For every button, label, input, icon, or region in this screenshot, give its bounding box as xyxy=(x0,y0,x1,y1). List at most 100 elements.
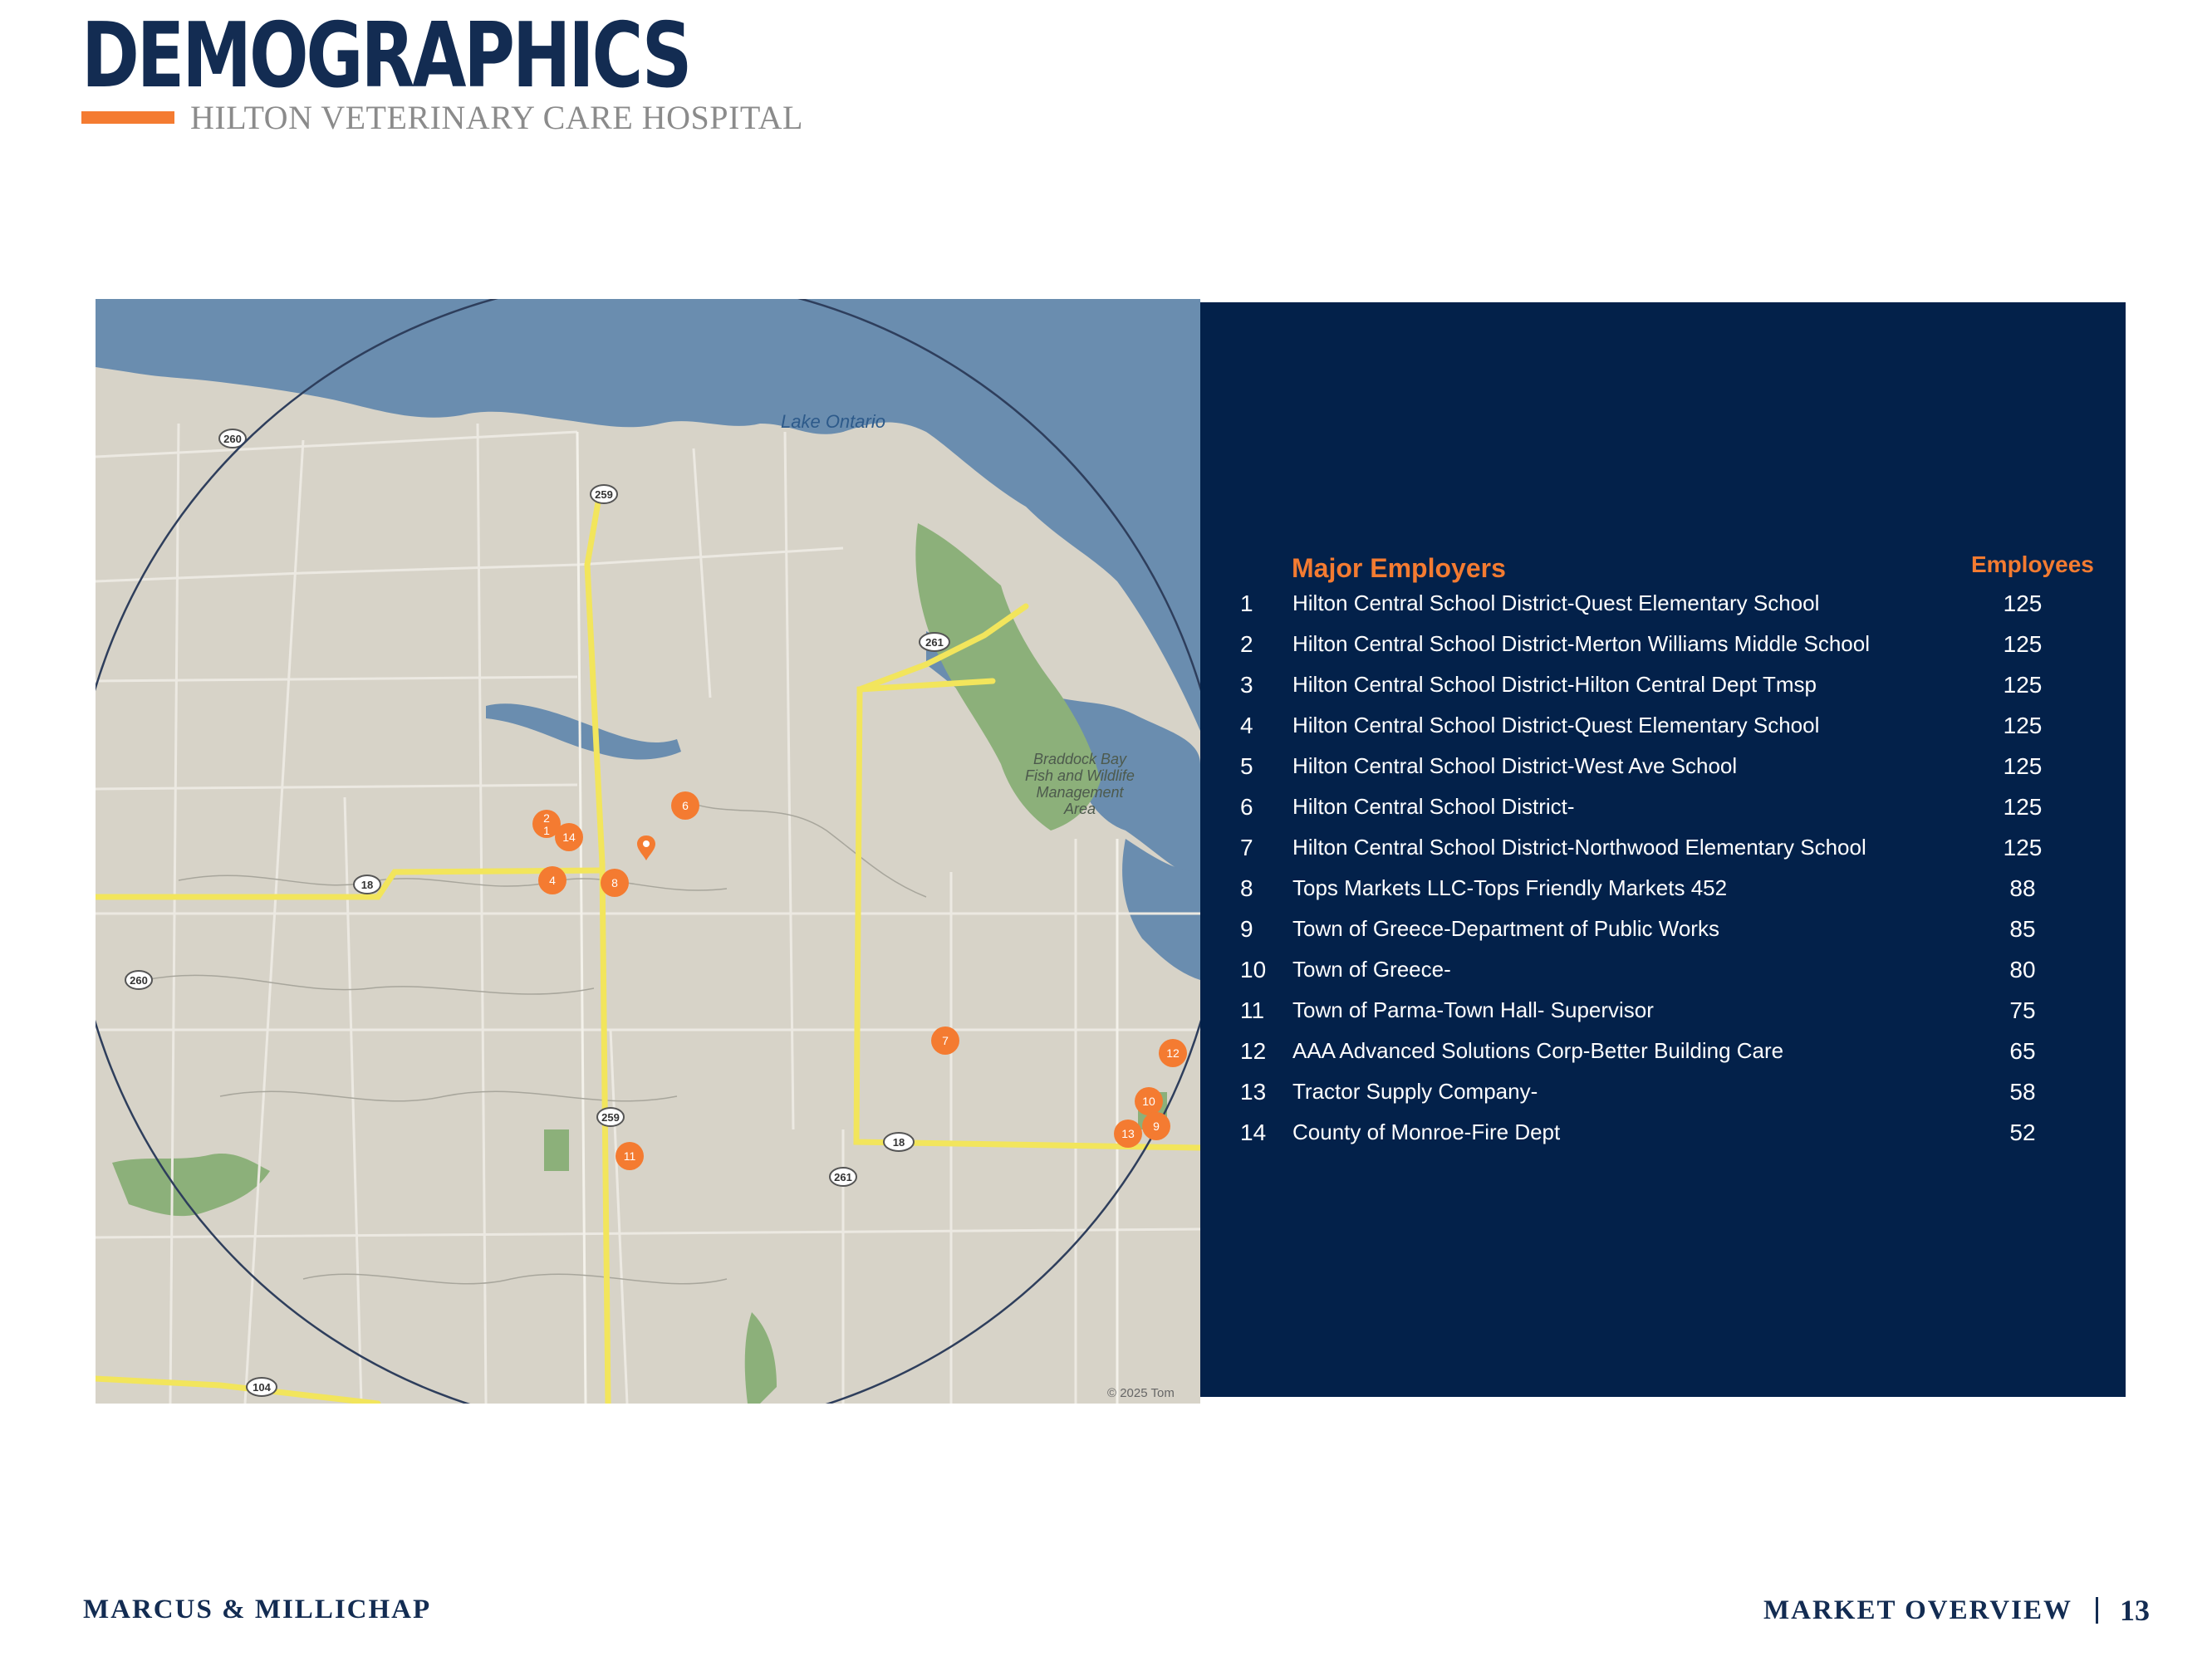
employer-name: Hilton Central School District-Northwood… xyxy=(1292,835,1866,860)
svg-text:1: 1 xyxy=(543,824,550,837)
employer-name: Town of Greece- xyxy=(1292,957,1451,982)
employer-name: Hilton Central School District-Quest Ele… xyxy=(1292,713,1820,737)
svg-text:260: 260 xyxy=(130,974,148,987)
svg-text:259: 259 xyxy=(595,488,613,501)
svg-text:10: 10 xyxy=(1142,1095,1155,1108)
page-number: 13 xyxy=(2120,1594,2150,1627)
employees-header: Employees xyxy=(1971,551,2094,577)
svg-text:2: 2 xyxy=(543,811,550,825)
employer-count: 125 xyxy=(2003,794,2043,820)
svg-text:18: 18 xyxy=(361,879,373,891)
svg-text:9: 9 xyxy=(1153,1120,1160,1133)
employer-marker[interactable]: 14 xyxy=(555,823,583,851)
employer-name: Hilton Central School District-Quest Ele… xyxy=(1292,590,1820,615)
employer-rank: 7 xyxy=(1240,835,1253,860)
employer-rank: 10 xyxy=(1240,957,1267,982)
employer-rank: 5 xyxy=(1240,753,1253,779)
employer-count: 125 xyxy=(2003,590,2043,616)
employer-marker[interactable]: 11 xyxy=(616,1142,644,1170)
employer-rank: 13 xyxy=(1240,1079,1267,1105)
employer-name: Hilton Central School District-Merton Wi… xyxy=(1292,631,1870,656)
employer-row: 5 Hilton Central School District-West Ave… xyxy=(1200,753,2126,794)
major-employers-header: Major Employers xyxy=(1292,553,1506,583)
page-title: DEMOGRAPHICS xyxy=(81,4,692,108)
major-employers-panel: Major Employers Employees 1 Hilton Centra… xyxy=(1200,302,2126,1397)
svg-text:8: 8 xyxy=(611,876,618,889)
svg-text:18: 18 xyxy=(893,1136,905,1149)
svg-text:7: 7 xyxy=(942,1034,949,1047)
footer-brand: MARCUS & MILLICHAP xyxy=(83,1595,432,1624)
employer-name: Town of Greece-Department of Public Work… xyxy=(1292,916,1719,941)
employer-name: Hilton Central School District- xyxy=(1292,794,1575,819)
svg-text:6: 6 xyxy=(682,799,689,812)
employer-count: 80 xyxy=(2009,957,2036,982)
employer-rank: 6 xyxy=(1240,794,1253,820)
employer-count: 125 xyxy=(2003,753,2043,779)
employer-marker[interactable]: 7 xyxy=(931,1026,959,1055)
svg-text:12: 12 xyxy=(1166,1046,1180,1060)
employer-row: 3 Hilton Central School District-Hilton C… xyxy=(1200,672,2126,713)
employer-rank: 3 xyxy=(1240,672,1253,698)
employer-rank: 12 xyxy=(1240,1038,1267,1064)
employer-row: 11 Town of Parma-Town Hall- Supervisor 75 xyxy=(1200,997,2126,1038)
map-copyright: © 2025 Tom xyxy=(1107,1386,1175,1400)
title-accent-bar xyxy=(81,111,174,124)
employer-row: 10 Town of Greece- 80 xyxy=(1200,957,2126,997)
svg-text:14: 14 xyxy=(562,830,576,844)
lake-label: Lake Ontario xyxy=(781,411,885,432)
employer-rank: 14 xyxy=(1240,1120,1267,1145)
employer-name: Hilton Central School District-Hilton Ce… xyxy=(1292,672,1817,697)
employer-rank: 11 xyxy=(1240,997,1265,1023)
footer-section: MARKET OVERVIEW xyxy=(1763,1595,2072,1625)
employer-row: 4 Hilton Central School District-Quest El… xyxy=(1200,713,2126,753)
employer-name: Tops Markets LLC-Tops Friendly Markets 4… xyxy=(1292,875,1728,900)
employer-rank: 8 xyxy=(1240,875,1253,901)
employer-row: 12 AAA Advanced Solutions Corp-Better Bui… xyxy=(1200,1038,2126,1079)
svg-text:261: 261 xyxy=(925,636,944,649)
employer-row: 8 Tops Markets LLC-Tops Friendly Markets … xyxy=(1200,875,2126,916)
svg-text:Braddock Bay: Braddock Bay xyxy=(1033,751,1127,767)
employer-count: 52 xyxy=(2009,1120,2036,1145)
employer-row: 1 Hilton Central School District-Quest El… xyxy=(1200,590,2126,631)
employer-marker[interactable]: 4 xyxy=(538,866,566,894)
footer-right: MARKET OVERVIEW 13 xyxy=(1763,1593,2150,1628)
employer-count: 88 xyxy=(2009,875,2036,901)
employer-name: Tractor Supply Company- xyxy=(1292,1079,1538,1104)
employer-marker[interactable]: 10 xyxy=(1135,1087,1163,1115)
svg-text:104: 104 xyxy=(253,1381,271,1394)
svg-text:260: 260 xyxy=(223,433,242,445)
employer-count: 85 xyxy=(2009,916,2036,942)
svg-text:261: 261 xyxy=(834,1171,852,1183)
svg-text:Management: Management xyxy=(1036,784,1124,801)
employer-marker[interactable]: 13 xyxy=(1114,1120,1142,1148)
svg-text:4: 4 xyxy=(549,874,556,887)
employer-row: 9 Town of Greece-Department of Public Wor… xyxy=(1200,916,2126,957)
page-subtitle: HILTON VETERINARY CARE HOSPITAL xyxy=(190,99,803,136)
employer-marker[interactable]: 8 xyxy=(601,869,629,897)
svg-text:259: 259 xyxy=(601,1111,620,1124)
employer-row: 13 Tractor Supply Company- 58 xyxy=(1200,1079,2126,1120)
employer-marker[interactable]: 6 xyxy=(671,791,699,820)
footer-divider xyxy=(2096,1597,2098,1624)
employer-rank: 4 xyxy=(1240,713,1253,738)
employer-count: 58 xyxy=(2009,1079,2036,1105)
employer-name: Town of Parma-Town Hall- Supervisor xyxy=(1292,997,1654,1022)
employer-count: 125 xyxy=(2003,672,2043,698)
employer-rank: 2 xyxy=(1240,631,1253,657)
employer-name: County of Monroe-Fire Dept xyxy=(1292,1120,1561,1144)
employer-count: 65 xyxy=(2009,1038,2036,1064)
employer-marker[interactable]: 12 xyxy=(1159,1039,1187,1067)
svg-text:Fish and Wildlife: Fish and Wildlife xyxy=(1025,767,1135,784)
employer-count: 125 xyxy=(2003,631,2043,657)
employer-rank: 9 xyxy=(1240,916,1253,942)
employer-count: 125 xyxy=(2003,835,2043,860)
employer-marker[interactable]: 9 xyxy=(1142,1112,1170,1140)
employer-name: Hilton Central School District-West Ave … xyxy=(1292,753,1738,778)
svg-text:Area: Area xyxy=(1063,801,1096,817)
employers-list: 1 Hilton Central School District-Quest El… xyxy=(1200,590,2126,1160)
park-green-center xyxy=(544,1129,569,1171)
employer-name: AAA Advanced Solutions Corp-Better Build… xyxy=(1292,1038,1784,1063)
radius-map[interactable]: 260 259 261 18 260 259 18 261 104 Lake O… xyxy=(96,299,1200,1404)
svg-text:11: 11 xyxy=(624,1149,636,1163)
employer-row: 2 Hilton Central School District-Merton W… xyxy=(1200,631,2126,672)
